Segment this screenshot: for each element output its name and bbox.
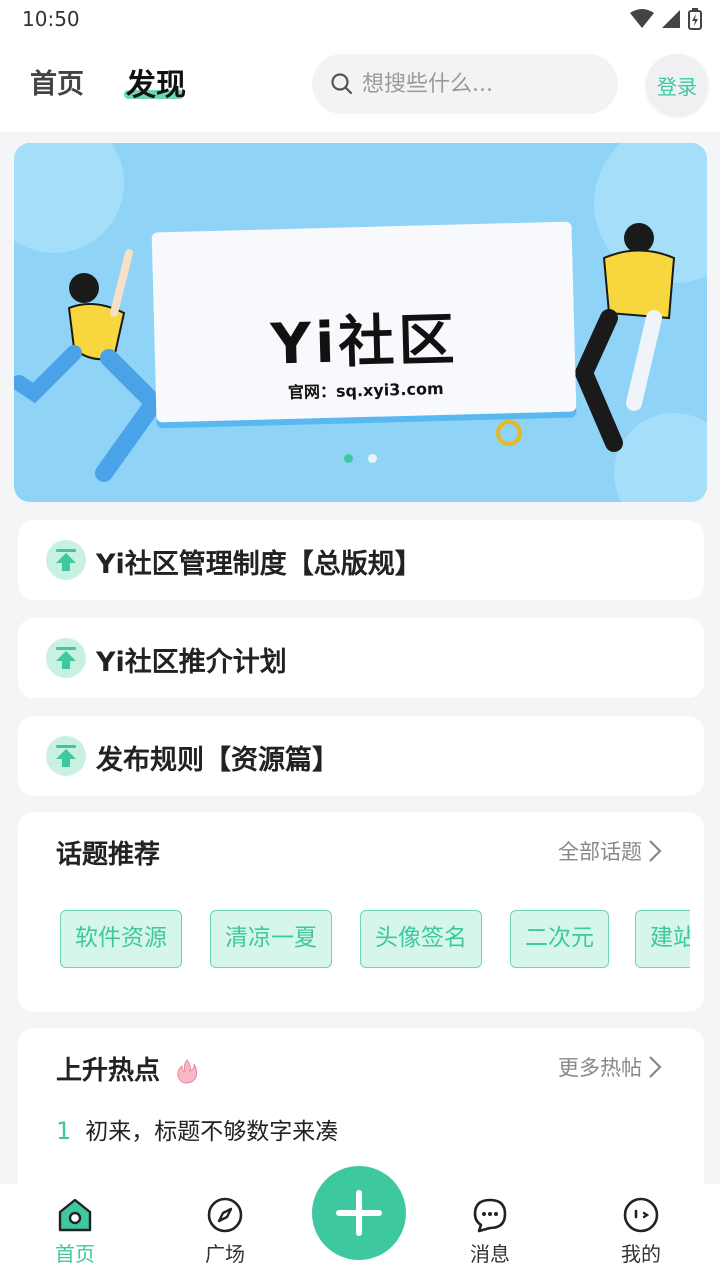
create-post-button[interactable] [312,1166,406,1260]
wifi-icon [630,9,654,28]
status-time: 10:50 [22,7,80,31]
nav-home-label: 首页 [55,1242,95,1266]
chevron-right-icon[interactable] [648,1055,662,1079]
carousel-dot-active[interactable] [344,454,353,463]
topic-chip[interactable]: 软件资源 [60,910,182,968]
search-input[interactable] [362,54,602,114]
hot-post-title: 初来，标题不够数字来凑 [85,1119,339,1145]
tab-discover[interactable]: 发现 [126,60,186,104]
chat-icon [473,1198,507,1233]
signal-icon [662,10,680,28]
nav-square-label: 广场 [205,1242,245,1266]
nav-profile-label: 我的 [621,1242,661,1266]
topics-title: 话题推荐 [56,840,161,870]
rule-title: 发布规则【资源篇】 [96,745,339,776]
rule-title: Yi社区推介计划 [96,647,287,678]
hot-post-item[interactable]: 1 初来，标题不够数字来凑 [56,1112,338,1146]
battery-icon [688,8,702,30]
hot-title: 上升热点 [56,1056,161,1086]
rule-item[interactable]: Yi社区推介计划 [18,618,704,698]
nav-profile[interactable]: 我的 [596,1196,686,1267]
status-icons [630,8,702,30]
more-hot-link[interactable]: 更多热帖 [558,1052,642,1082]
nav-home[interactable]: 首页 [30,1196,120,1267]
nav-messages-label: 消息 [470,1242,510,1266]
banner-card: Yi社区 官网：sq.xyi3.com [151,221,577,423]
search-icon [331,73,353,95]
topic-chip[interactable]: 清凉一夏 [210,910,332,968]
pin-top-icon [46,638,86,678]
topic-chip[interactable]: 二次元 [510,910,609,968]
banner-carousel[interactable]: Yi社区 官网：sq.xyi3.com [14,143,707,502]
top-header: 首页 发现 登录 [0,40,720,132]
rule-item[interactable]: Yi社区管理制度【总版规】 [18,520,704,600]
search-bar[interactable] [312,54,618,114]
topic-chip-list: 软件资源 清凉一夏 头像签名 二次元 建站 [60,910,690,970]
rule-item[interactable]: 发布规则【资源篇】 [18,716,704,796]
rule-title: Yi社区管理制度【总版规】 [96,549,422,580]
chevron-right-icon[interactable] [648,839,662,863]
pin-top-icon [46,540,86,580]
home-icon [58,1198,92,1232]
pin-top-icon [46,736,86,776]
compass-icon [207,1197,243,1233]
nav-square[interactable]: 广场 [180,1196,270,1267]
hot-rank: 1 [56,1117,72,1145]
status-bar: 10:50 [0,0,720,40]
profile-face-icon [623,1197,659,1233]
all-topics-link[interactable]: 全部话题 [558,836,642,866]
banner-title: Yi社区 [269,307,460,378]
topic-chip[interactable]: 建站 [635,910,690,968]
topic-chip[interactable]: 头像签名 [360,910,482,968]
plus-icon [336,1190,382,1236]
login-button[interactable]: 登录 [646,54,708,116]
nav-messages[interactable]: 消息 [445,1196,535,1267]
flame-icon [177,1059,198,1084]
topics-section: 话题推荐 全部话题 软件资源 清凉一夏 头像签名 二次元 建站 [18,812,704,1012]
tab-home[interactable]: 首页 [30,62,84,101]
carousel-dot[interactable] [368,454,377,463]
